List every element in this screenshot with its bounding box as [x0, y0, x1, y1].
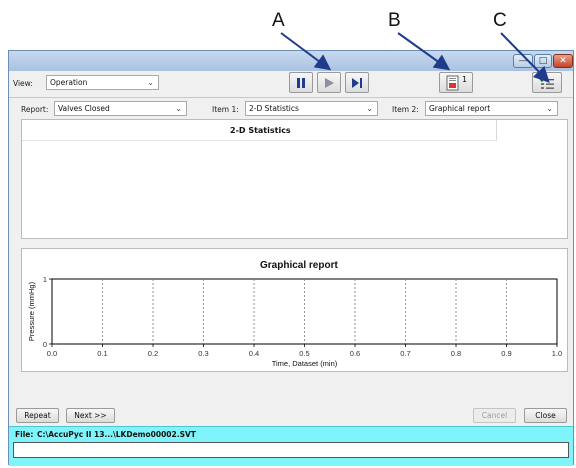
- x-tick-label: 0.7: [400, 349, 410, 358]
- play-button[interactable]: [317, 72, 341, 93]
- report-select[interactable]: Valves Closed ⌄: [54, 101, 187, 116]
- view-label: View:: [13, 79, 33, 88]
- x-tick-label: 0.2: [148, 349, 158, 358]
- callout-c: C: [493, 10, 507, 31]
- x-tick-label: 0.9: [501, 349, 511, 358]
- x-axis-label: Time, Dataset (min): [272, 359, 338, 368]
- report-select-value: Valves Closed: [58, 104, 110, 113]
- y-tick-label: 0: [43, 340, 47, 349]
- close-button[interactable]: Close: [524, 408, 567, 423]
- x-tick-label: 0.5: [299, 349, 309, 358]
- step-forward-icon: [352, 78, 362, 88]
- pause-button[interactable]: [289, 72, 313, 93]
- repeat-button[interactable]: Repeat: [16, 408, 59, 423]
- file-bar: File: C:\AccuPyc II 13...\LKDemo00002.SV…: [9, 426, 573, 466]
- report-list-button[interactable]: [532, 72, 562, 93]
- report-button[interactable]: 1: [439, 72, 473, 93]
- minimize-button[interactable]: —: [513, 54, 533, 68]
- maximize-button[interactable]: □: [534, 54, 552, 68]
- view-select[interactable]: Operation ⌄: [46, 75, 159, 90]
- item2-select[interactable]: Graphical report ⌄: [425, 101, 558, 116]
- report-label: Report:: [21, 105, 49, 114]
- chevron-down-icon: ⌄: [366, 104, 373, 113]
- item2-select-value: Graphical report: [429, 104, 491, 113]
- app-window: — □ ✕ View: Operation ⌄ 1 Report: Valves…: [8, 50, 574, 466]
- graph-panel: Graphical report 0.0 0.1 0.2 0.3 0.4 0.5 0.6 0.…: [21, 248, 568, 372]
- y-axis-label: Pressure (mmHg): [27, 281, 36, 341]
- play-icon: [325, 78, 334, 88]
- x-tick-label: 0.0: [47, 349, 57, 358]
- item1-select-value: 2-D Statistics: [249, 104, 299, 113]
- title-bar: — □ ✕: [9, 51, 573, 71]
- file-label: File:: [15, 430, 34, 439]
- item1-label: Item 1:: [212, 105, 239, 114]
- x-tick-label: 0.1: [97, 349, 107, 358]
- cancel-button[interactable]: Cancel: [473, 408, 516, 423]
- next-button[interactable]: Next >>: [66, 408, 115, 423]
- report-badge: 1: [462, 75, 468, 84]
- checklist-icon: [539, 76, 554, 89]
- item2-label: Item 2:: [392, 105, 419, 114]
- chevron-down-icon: ⌄: [147, 78, 154, 87]
- x-tick-label: 1.0: [552, 349, 562, 358]
- toolbar-divider: [9, 97, 573, 98]
- item1-select[interactable]: 2-D Statistics ⌄: [245, 101, 378, 116]
- x-tick-label: 0.4: [249, 349, 259, 358]
- statistics-panel: 2-D Statistics: [21, 119, 568, 239]
- statistics-title: 2-D Statistics: [230, 126, 291, 135]
- x-tick-label: 0.8: [451, 349, 461, 358]
- file-path: C:\AccuPyc II 13...\LKDemo00002.SVT: [37, 430, 196, 439]
- step-forward-button[interactable]: [345, 72, 369, 93]
- pause-icon: [297, 78, 305, 88]
- report-icon: [446, 75, 459, 91]
- chevron-down-icon: ⌄: [546, 104, 553, 113]
- file-status-field[interactable]: [13, 442, 569, 458]
- y-tick-label: 1: [43, 275, 47, 284]
- chevron-down-icon: ⌄: [175, 104, 182, 113]
- close-window-button[interactable]: ✕: [553, 54, 573, 68]
- pressure-chart: 0.0 0.1 0.2 0.3 0.4 0.5 0.6 0.7 0.8 0.9 1.0 0 1 Time,…: [27, 275, 562, 368]
- callout-b: B: [388, 10, 401, 31]
- x-tick-label: 0.6: [350, 349, 360, 358]
- x-tick-label: 0.3: [198, 349, 208, 358]
- toolbar: View: Operation ⌄ 1: [9, 71, 573, 99]
- callout-a: A: [272, 10, 285, 31]
- view-select-value: Operation: [50, 78, 88, 87]
